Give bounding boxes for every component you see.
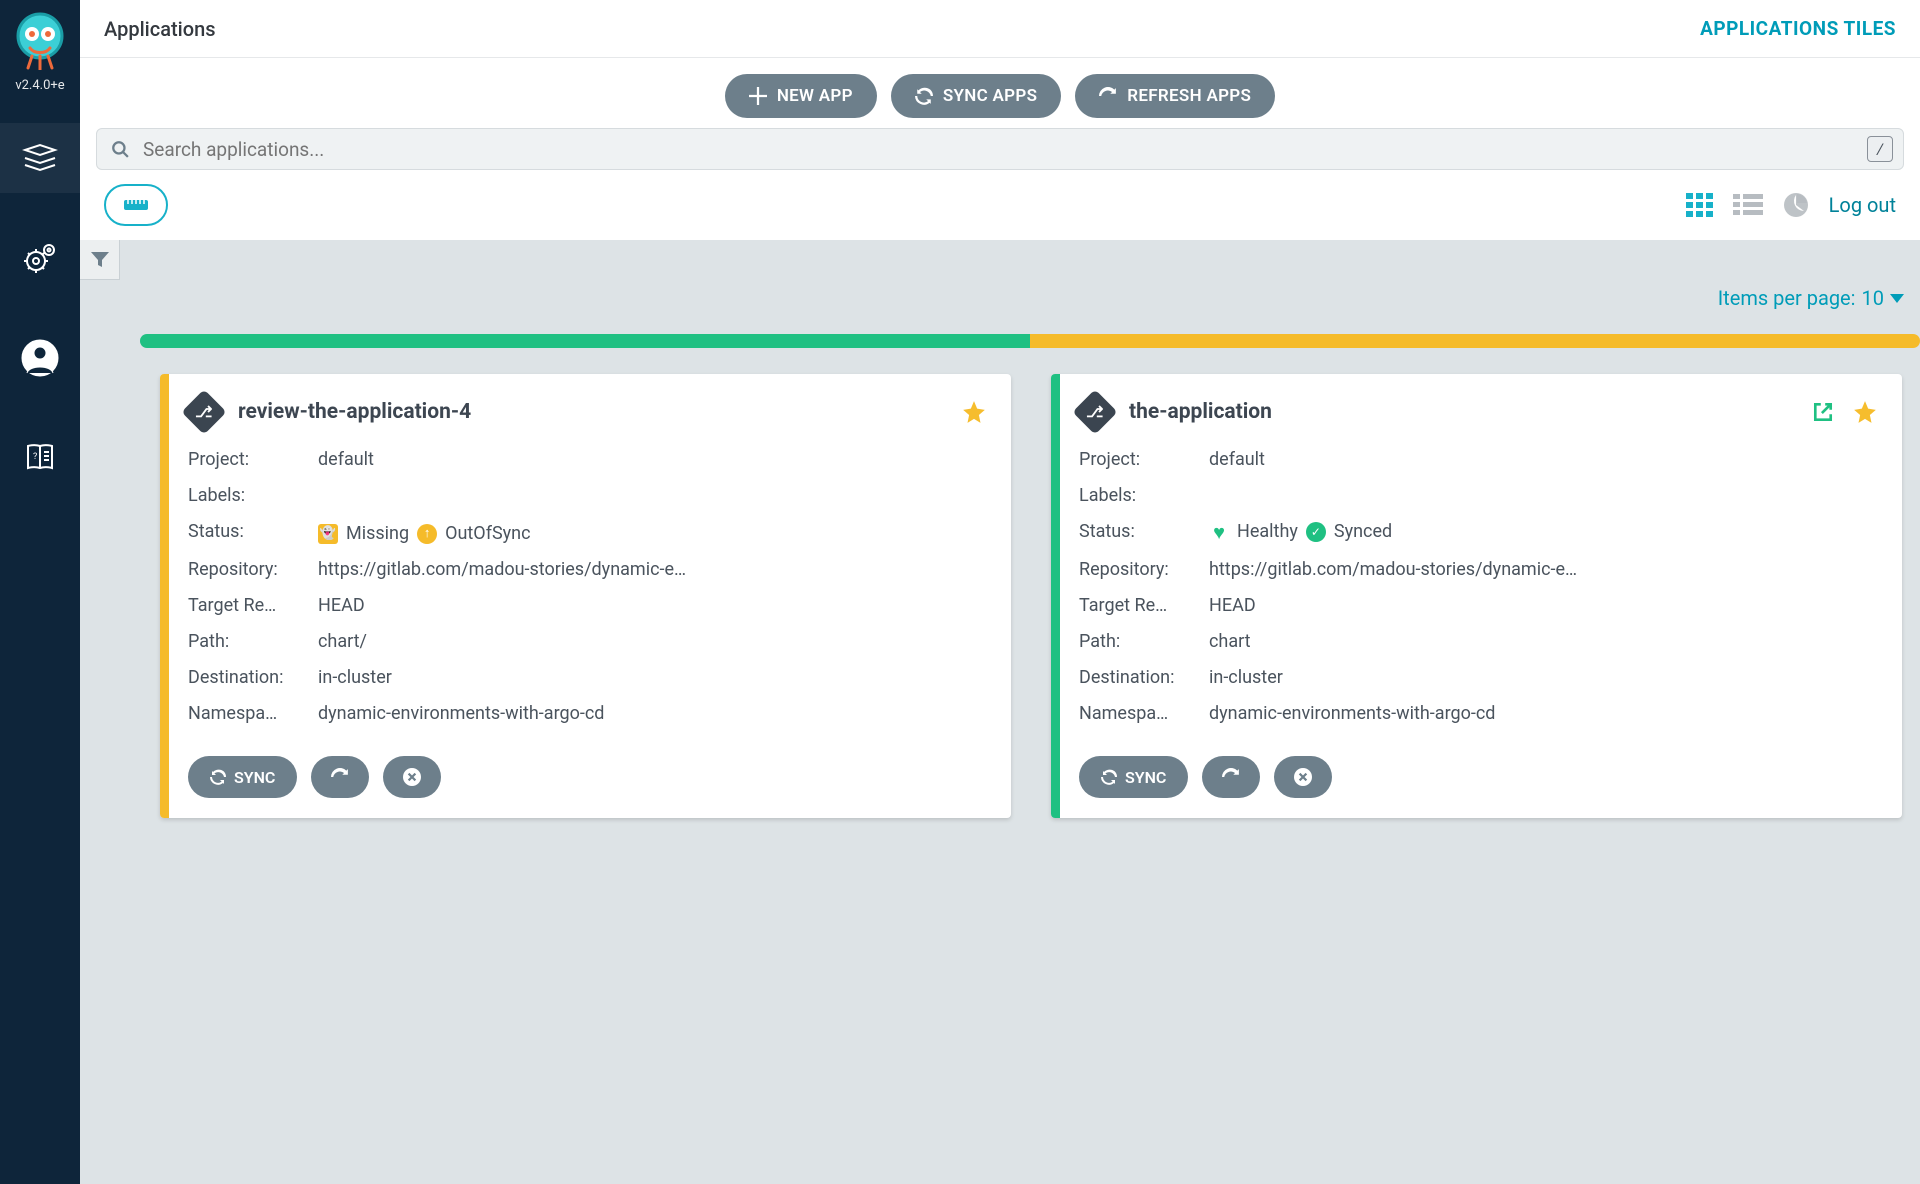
value-ns: dynamic-environments-with-argo-cd <box>1209 696 1878 732</box>
nav-docs[interactable]: ? <box>0 423 80 493</box>
value-labels <box>1209 478 1878 514</box>
view-bar: Log out <box>80 180 1920 240</box>
value-repo: https://gitlab.com/madou-stories/dynamic… <box>318 552 987 588</box>
value-status: 👻 Missing ↑ OutOfSync <box>318 514 987 552</box>
label-dest: Destination: <box>188 660 318 696</box>
ghost-icon: 👻 <box>318 524 338 544</box>
search-bar: / <box>96 128 1904 170</box>
card-delete-button[interactable] <box>1274 756 1332 798</box>
value-repo: https://gitlab.com/madou-stories/dynamic… <box>1209 552 1878 588</box>
chevron-down-icon <box>1890 294 1904 303</box>
app-name: the-application <box>1129 400 1272 424</box>
heart-icon: ♥ <box>1209 522 1229 542</box>
value-target: HEAD <box>1209 588 1878 624</box>
nav-user[interactable] <box>0 323 80 393</box>
app-name: review-the-application-4 <box>238 400 471 424</box>
value-dest: in-cluster <box>1209 660 1878 696</box>
star-icon[interactable] <box>1852 399 1878 425</box>
value-labels <box>318 478 987 514</box>
value-project: default <box>1209 442 1878 478</box>
label-dest: Destination: <box>1079 660 1209 696</box>
card-delete-button[interactable] <box>383 756 441 798</box>
items-per-page-value: 10 <box>1862 286 1884 310</box>
label-path: Path: <box>188 624 318 660</box>
svg-text:?: ? <box>33 452 37 462</box>
version-label: v2.4.0+e <box>15 78 64 93</box>
label-repo: Repository: <box>188 552 318 588</box>
label-ns: Namespa… <box>188 696 318 732</box>
new-app-button[interactable]: NEW APP <box>725 74 877 118</box>
top-header: Applications APPLICATIONS TILES <box>80 0 1920 58</box>
app-card[interactable]: ⎇ review-the-application-4 Project:default… <box>160 374 1011 818</box>
app-card[interactable]: ⎇ the-application Project:defaultLabels:St… <box>1051 374 1902 818</box>
value-project: default <box>318 442 987 478</box>
sidebar: v2.4.0+e ? <box>0 0 80 1184</box>
health-summary-bar <box>140 334 1920 348</box>
card-sync-button[interactable]: SYNC <box>188 756 297 798</box>
check-icon: ✓ <box>1306 522 1326 542</box>
label-status: Status: <box>1079 514 1209 552</box>
search-input[interactable] <box>143 138 1889 161</box>
label-labels: Labels: <box>1079 478 1209 514</box>
items-per-page-label: Items per page: <box>1718 286 1856 310</box>
nav-settings[interactable] <box>0 223 80 293</box>
filter-button[interactable] <box>80 240 120 280</box>
search-shortcut: / <box>1867 136 1893 162</box>
value-path: chart <box>1209 624 1878 660</box>
sync-apps-label: SYNC APPS <box>943 86 1037 106</box>
external-link-icon[interactable] <box>1812 401 1834 423</box>
label-labels: Labels: <box>188 478 318 514</box>
card-sync-label: SYNC <box>234 768 275 787</box>
sync-apps-button[interactable]: SYNC APPS <box>891 74 1061 118</box>
bar-missing <box>1030 334 1920 348</box>
label-path: Path: <box>1079 624 1209 660</box>
label-status: Status: <box>188 514 318 552</box>
value-dest: in-cluster <box>318 660 987 696</box>
value-status: ♥ Healthy ✓ Synced <box>1209 514 1878 552</box>
view-tiles-icon[interactable] <box>1685 192 1715 218</box>
bar-healthy <box>140 334 1030 348</box>
logout-link[interactable]: Log out <box>1829 193 1896 217</box>
toolbar: NEW APP SYNC APPS REFRESH APPS <box>80 58 1920 128</box>
git-icon: ⎇ <box>181 389 226 434</box>
search-icon <box>111 140 143 158</box>
page-title: Applications <box>104 17 216 41</box>
applications-tiles-link[interactable]: APPLICATIONS TILES <box>1700 17 1896 40</box>
arrow-up-icon: ↑ <box>417 524 437 544</box>
ruler-toggle[interactable] <box>104 184 168 226</box>
view-list-icon[interactable] <box>1733 192 1763 218</box>
label-project: Project: <box>188 442 318 478</box>
argo-logo <box>8 8 72 72</box>
git-icon: ⎇ <box>1072 389 1117 434</box>
refresh-apps-label: REFRESH APPS <box>1127 86 1251 106</box>
new-app-label: NEW APP <box>777 86 853 106</box>
items-per-page[interactable]: Items per page: 10 <box>1718 286 1904 310</box>
label-target: Target Re… <box>188 588 318 624</box>
view-pie-icon[interactable] <box>1781 192 1811 218</box>
card-sync-label: SYNC <box>1125 768 1166 787</box>
status-health: Healthy <box>1237 514 1298 550</box>
refresh-apps-button[interactable]: REFRESH APPS <box>1075 74 1275 118</box>
card-refresh-button[interactable] <box>1202 756 1260 798</box>
label-project: Project: <box>1079 442 1209 478</box>
nav-applications[interactable] <box>0 123 80 193</box>
label-target: Target Re… <box>1079 588 1209 624</box>
card-sync-button[interactable]: SYNC <box>1079 756 1188 798</box>
value-target: HEAD <box>318 588 987 624</box>
status-sync: OutOfSync <box>445 516 530 552</box>
label-ns: Namespa… <box>1079 696 1209 732</box>
value-ns: dynamic-environments-with-argo-cd <box>318 696 987 732</box>
card-refresh-button[interactable] <box>311 756 369 798</box>
label-repo: Repository: <box>1079 552 1209 588</box>
status-health: Missing <box>346 516 409 552</box>
value-path: chart/ <box>318 624 987 660</box>
star-icon[interactable] <box>961 399 987 425</box>
status-sync: Synced <box>1334 514 1392 550</box>
workspace: Items per page: 10 ⎇ review-the-applicati… <box>80 240 1920 1184</box>
